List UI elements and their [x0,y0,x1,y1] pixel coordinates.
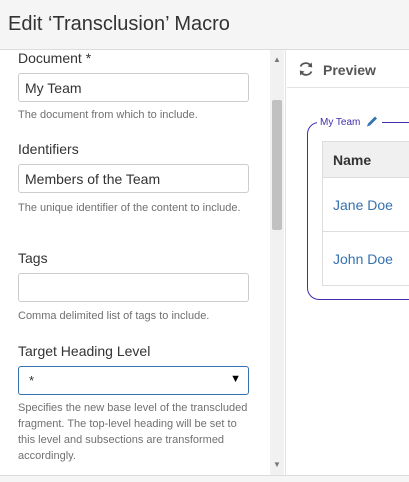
scroll-up-arrow[interactable]: ▲ [270,55,284,65]
preview-table: Name Jane Doe John Doe [322,141,409,286]
target-heading-level-description: Specifies the new base level of the tran… [18,402,248,462]
dialog-header: Edit ‘Transclusion’ Macro [0,0,409,50]
target-heading-level-value: * [29,373,35,388]
identifiers-input[interactable] [18,164,249,193]
table-row: John Doe [322,231,409,286]
tags-description: Comma delimited list of tags to include. [18,310,210,322]
tags-input[interactable] [18,273,249,302]
target-heading-level-select[interactable]: * ▼ [18,366,249,395]
macro-name: My Team [320,117,361,128]
tags-label: Tags [18,250,48,266]
table-header-name: Name [322,141,409,178]
scrollbar-thumb[interactable] [272,100,282,230]
macro-parameters-panel: Document * The document from which to in… [0,50,286,475]
preview-toolbar: Preview [287,50,409,88]
dialog-title: Edit ‘Transclusion’ Macro [8,13,230,35]
table-row: Jane Doe [322,177,409,232]
table-cell-name[interactable]: John Doe [322,231,409,286]
table-cell-name[interactable]: Jane Doe [322,177,409,232]
target-heading-level-label: Target Heading Level [18,343,151,359]
identifiers-description: The unique identifier of the content to … [18,202,241,214]
preview-panel: Preview My Team Name Jane Doe John Doe [287,50,409,475]
identifiers-label: Identifiers [18,141,79,157]
refresh-icon[interactable] [297,60,315,78]
macro-tag[interactable]: My Team [317,114,383,128]
pencil-icon[interactable] [366,114,379,127]
dialog-footer [0,475,409,482]
vertical-scrollbar[interactable]: ▲ ▼ [270,50,284,475]
preview-label: Preview [323,62,376,78]
scroll-down-arrow[interactable]: ▼ [270,460,284,470]
document-input[interactable] [18,73,249,102]
chevron-down-icon: ▼ [230,373,241,385]
document-description: The document from which to include. [18,109,198,121]
document-label: Document * [18,50,92,66]
